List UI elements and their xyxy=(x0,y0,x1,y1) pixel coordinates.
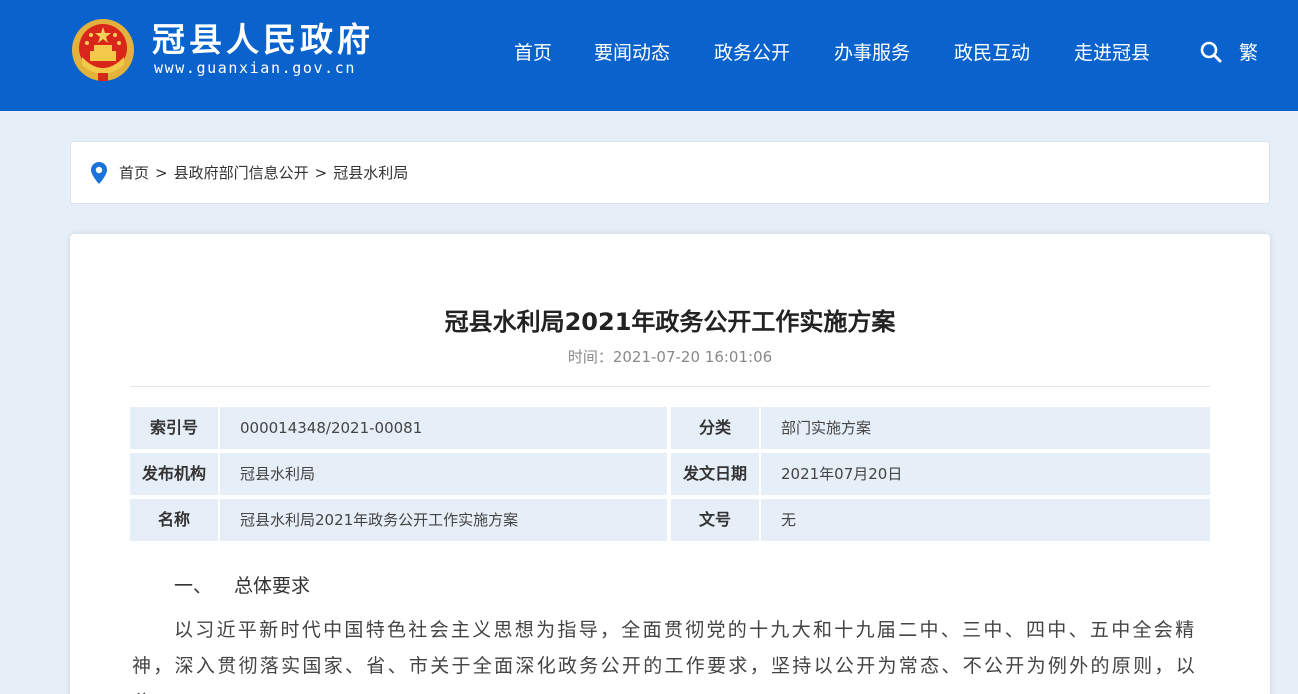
nav-item-news[interactable]: 要闻动态 xyxy=(594,40,670,66)
national-emblem-icon[interactable] xyxy=(70,17,136,85)
publisher-label: 发布机构 xyxy=(130,453,218,495)
search-icon[interactable] xyxy=(1199,40,1223,64)
date-label: 发文日期 xyxy=(671,453,759,495)
breadcrumb: 首页 > 县政府部门信息公开 > 冠县水利局 xyxy=(70,141,1270,204)
category-label: 分类 xyxy=(671,407,759,449)
article-panel: 冠县水利局2021年政务公开工作实施方案 时间：2021-07-20 16:01… xyxy=(70,234,1270,694)
doc-number-value: 无 xyxy=(761,499,1210,541)
document-info-table: 索引号 000014348/2021-00081 分类 部门实施方案 发布机构 … xyxy=(130,407,1210,545)
name-label: 名称 xyxy=(130,499,218,541)
section-number: 一、 xyxy=(174,575,213,597)
site-name[interactable]: 冠县人民政府 xyxy=(152,20,374,60)
location-pin-icon xyxy=(91,162,107,184)
nav-item-home[interactable]: 首页 xyxy=(514,40,552,66)
name-value: 冠县水利局2021年政务公开工作实施方案 xyxy=(220,499,667,541)
nav-item-interaction[interactable]: 政民互动 xyxy=(954,40,1030,66)
site-header: 冠县人民政府 www.guanxian.gov.cn 首页 要闻动态 政务公开 … xyxy=(0,0,1298,111)
index-label: 索引号 xyxy=(130,407,218,449)
breadcrumb-separator: > xyxy=(314,164,328,182)
breadcrumb-trail: 首页 > 县政府部门信息公开 > 冠县水利局 xyxy=(119,162,408,184)
breadcrumb-home[interactable]: 首页 xyxy=(119,164,149,182)
article-time: 时间：2021-07-20 16:01:06 xyxy=(70,346,1270,368)
date-value: 2021年07月20日 xyxy=(761,453,1210,495)
time-value: 2021-07-20 16:01:06 xyxy=(612,348,773,366)
article-paragraph: 以习近平新时代中国特色社会主义思想为指导，全面贯彻党的十九大和十九届二中、三中、… xyxy=(132,619,1198,694)
traditional-chinese-toggle[interactable]: 繁 xyxy=(1239,40,1258,66)
breadcrumb-dept-info[interactable]: 县政府部门信息公开 xyxy=(174,164,309,182)
publisher-value: 冠县水利局 xyxy=(220,453,667,495)
doc-number-label: 文号 xyxy=(671,499,759,541)
index-value: 000014348/2021-00081 xyxy=(220,407,667,449)
site-url[interactable]: www.guanxian.gov.cn xyxy=(154,59,356,77)
table-row: 索引号 000014348/2021-00081 分类 部门实施方案 xyxy=(130,407,1210,453)
title-divider xyxy=(130,386,1210,387)
time-label: 时间： xyxy=(567,348,613,366)
nav-item-about-county[interactable]: 走进冠县 xyxy=(1074,40,1150,66)
section-title: 总体要求 xyxy=(234,575,311,597)
category-value: 部门实施方案 xyxy=(761,407,1210,449)
section-heading: 一、 总体要求 xyxy=(174,573,310,599)
breadcrumb-separator: > xyxy=(155,164,168,182)
nav-item-gov-affairs[interactable]: 政务公开 xyxy=(714,40,790,66)
article-title: 冠县水利局2021年政务公开工作实施方案 xyxy=(444,308,896,336)
table-row: 名称 冠县水利局2021年政务公开工作实施方案 文号 无 xyxy=(130,499,1210,545)
nav-item-services[interactable]: 办事服务 xyxy=(834,40,910,66)
breadcrumb-water-bureau[interactable]: 冠县水利局 xyxy=(333,164,408,182)
table-row: 发布机构 冠县水利局 发文日期 2021年07月20日 xyxy=(130,453,1210,499)
